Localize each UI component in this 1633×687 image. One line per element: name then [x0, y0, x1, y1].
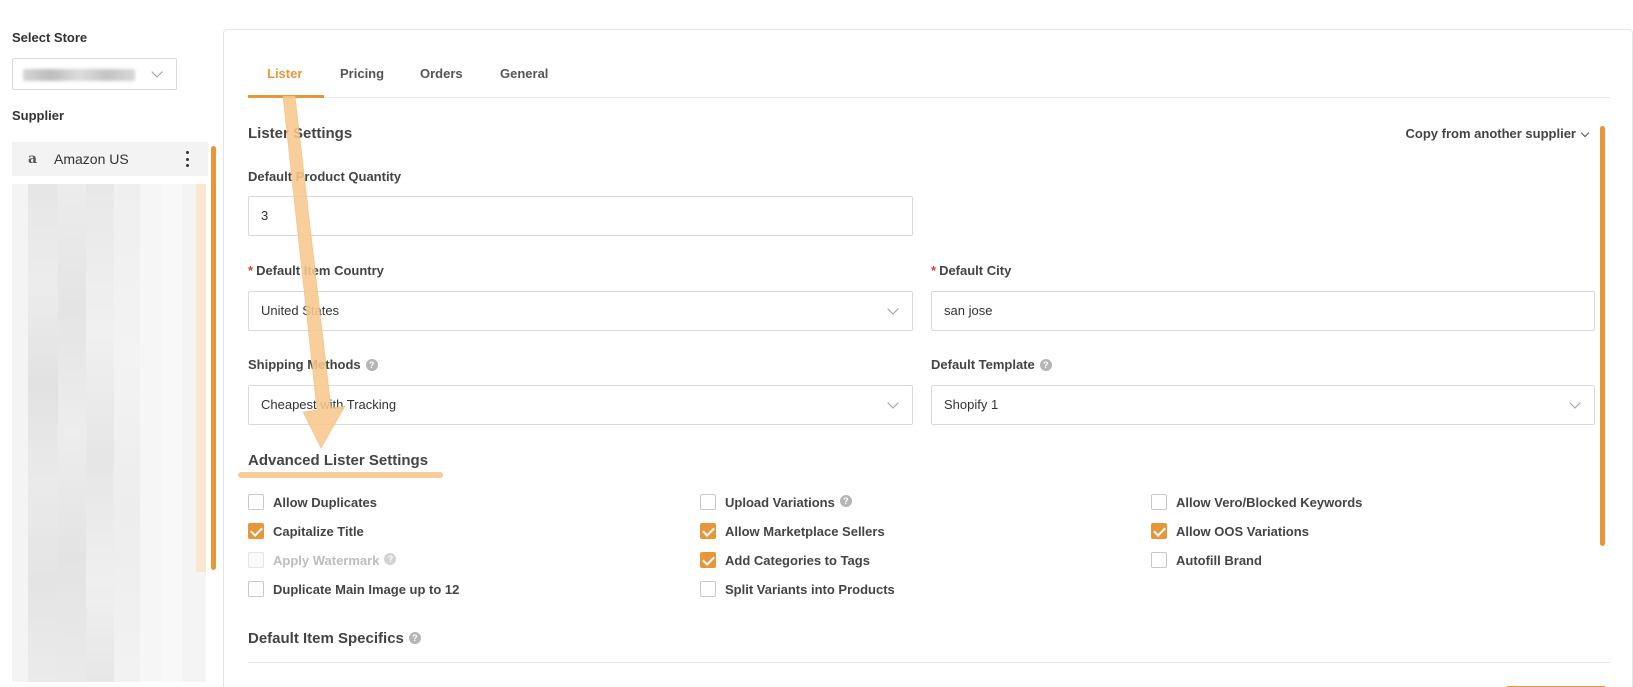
chevron-down-icon: [1580, 128, 1590, 138]
city-label-text: Default City: [939, 263, 1012, 278]
checkbox-box-disabled: [248, 552, 264, 568]
copy-from-supplier-label: Copy from another supplier: [1405, 126, 1576, 141]
city-input[interactable]: san jose: [931, 291, 1595, 331]
chevron-down-icon: [1569, 397, 1581, 409]
checkbox-box[interactable]: [1151, 494, 1167, 510]
allow-oos-variations-checkbox[interactable]: Allow OOS Variations: [1151, 523, 1309, 539]
allow-marketplace-sellers-checkbox[interactable]: Allow Marketplace Sellers: [700, 523, 885, 539]
allow-vero-keywords-checkbox[interactable]: Allow Vero/Blocked Keywords: [1151, 494, 1362, 510]
tab-pricing[interactable]: Pricing: [340, 66, 384, 81]
country-value: United States: [261, 303, 340, 318]
checkbox-label: Allow OOS Variations: [1176, 523, 1309, 539]
duplicate-main-image-checkbox[interactable]: Duplicate Main Image up to 12: [248, 581, 459, 597]
add-categories-to-tags-checkbox[interactable]: Add Categories to Tags: [700, 552, 870, 568]
country-label: * Default Item Country: [248, 263, 384, 278]
chevron-down-icon: [887, 397, 899, 409]
checkbox-box[interactable]: [700, 494, 716, 510]
country-select[interactable]: United States: [248, 291, 913, 331]
checkbox-box-checked[interactable]: [1151, 523, 1167, 539]
required-marker: *: [248, 263, 254, 278]
checkbox-box[interactable]: [1151, 552, 1167, 568]
copy-from-supplier-dropdown[interactable]: Copy from another supplier: [1405, 126, 1590, 141]
template-label: Default Template?: [931, 357, 1052, 372]
select-store-label: Select Store: [12, 30, 88, 45]
checkbox-box[interactable]: [700, 581, 716, 597]
checkbox-label: Apply Watermark: [273, 552, 380, 568]
supplier-item-label: Amazon US: [54, 151, 129, 167]
checkbox-box-checked[interactable]: [248, 523, 264, 539]
shipping-value: Cheapest with Tracking: [261, 397, 397, 412]
item-specifics-title: Default Item Specifics?: [248, 630, 421, 647]
help-icon[interactable]: ?: [408, 632, 421, 645]
checkbox-label: Capitalize Title: [273, 523, 364, 539]
help-icon[interactable]: ?: [839, 495, 852, 507]
autofill-brand-checkbox[interactable]: Autofill Brand: [1151, 552, 1262, 568]
upload-variations-checkbox[interactable]: Upload Variations?: [700, 494, 852, 510]
more-options-icon[interactable]: [186, 151, 190, 167]
help-icon[interactable]: ?: [365, 358, 378, 371]
checkbox-box[interactable]: [248, 581, 264, 597]
sidebar-scroll-track: [196, 184, 206, 572]
template-label-text: Default Template: [931, 357, 1035, 372]
checkbox-label: Allow Vero/Blocked Keywords: [1176, 494, 1363, 510]
checkbox-label: Duplicate Main Image up to 12: [273, 581, 460, 597]
quantity-input[interactable]: 3: [248, 196, 913, 236]
supplier-list-redacted: [12, 184, 206, 682]
tab-orders[interactable]: Orders: [420, 66, 463, 81]
item-specifics-title-text: Default Item Specifics: [248, 630, 404, 647]
tab-general[interactable]: General: [500, 66, 548, 81]
active-tab-indicator: [248, 95, 324, 98]
required-marker: *: [931, 263, 937, 278]
store-select[interactable]: [12, 58, 177, 90]
shipping-label: Shipping Methods?: [248, 357, 378, 372]
tab-bar: Lister Pricing Orders General: [248, 56, 1610, 98]
quantity-label: Default Product Quantity: [248, 169, 402, 184]
checkbox-label: Add Categories to Tags: [725, 552, 870, 568]
section-divider: [248, 662, 1610, 663]
tab-lister[interactable]: Lister: [267, 66, 302, 81]
amazon-icon: a: [28, 151, 38, 167]
checkbox-label: Autofill Brand: [1176, 552, 1262, 568]
advanced-settings-title: Advanced Lister Settings: [248, 452, 429, 469]
annotation-underline: [238, 472, 443, 478]
shipping-label-text: Shipping Methods: [248, 357, 361, 372]
checkbox-label: Allow Marketplace Sellers: [725, 523, 885, 539]
chevron-down-icon: [887, 303, 899, 315]
supplier-label: Supplier: [12, 108, 65, 123]
city-label: * Default City: [931, 263, 1011, 278]
template-select[interactable]: Shopify 1: [931, 385, 1595, 425]
checkbox-label: Upload Variations: [725, 494, 835, 510]
chevron-down-icon: [151, 66, 163, 78]
sidebar-scrollbar[interactable]: [211, 146, 216, 570]
supplier-item-amazon-us[interactable]: a Amazon US: [12, 142, 208, 176]
panel-scrollbar[interactable]: [1600, 126, 1605, 546]
apply-watermark-checkbox: Apply Watermark?: [248, 552, 397, 568]
checkbox-box[interactable]: [248, 494, 264, 510]
lister-settings-title: Lister Settings: [248, 125, 353, 142]
template-value: Shopify 1: [944, 397, 999, 412]
help-icon[interactable]: ?: [1039, 358, 1052, 371]
allow-duplicates-checkbox[interactable]: Allow Duplicates: [248, 494, 377, 510]
help-icon[interactable]: ?: [384, 553, 397, 565]
store-name-redacted: [23, 69, 135, 81]
checkbox-label: Split Variants into Products: [725, 581, 895, 597]
country-label-text: Default Item Country: [256, 263, 384, 278]
shipping-select[interactable]: Cheapest with Tracking: [248, 385, 913, 425]
checkbox-label: Allow Duplicates: [273, 494, 378, 510]
checkbox-box-checked[interactable]: [700, 552, 716, 568]
split-variants-checkbox[interactable]: Split Variants into Products: [700, 581, 895, 597]
sidebar: Select Store Supplier a Amazon US: [0, 0, 216, 687]
checkbox-box-checked[interactable]: [700, 523, 716, 539]
capitalize-title-checkbox[interactable]: Capitalize Title: [248, 523, 364, 539]
